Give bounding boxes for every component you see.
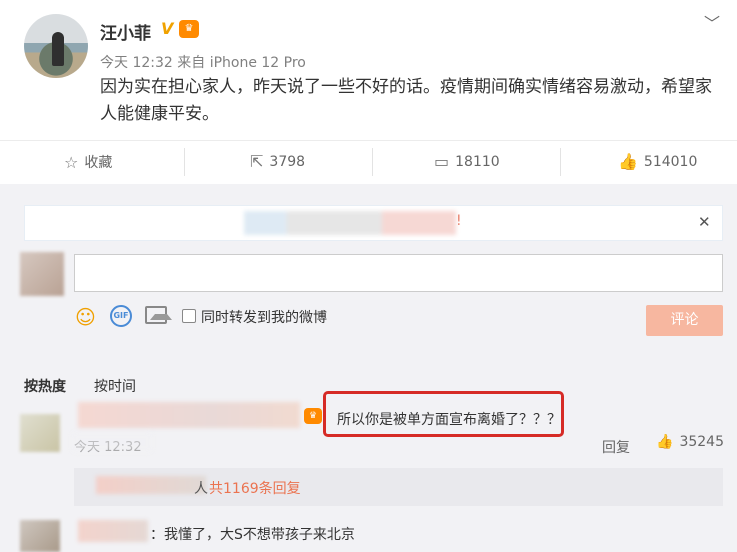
image-icon[interactable] [145,306,172,324]
star-icon: ☆ [64,152,79,172]
sub-reply-suffix: 人 [194,481,208,497]
comment-like-count: 35245 [679,434,724,450]
comment-time-blur [72,432,152,452]
commenter-name-blurred[interactable] [78,402,300,428]
repost-icon: ⇱ [250,152,264,171]
emoji-icon[interactable]: ☺ [75,305,96,329]
repost-button[interactable]: ⇱ 3798 [250,152,305,171]
comment-icon: ▭ [434,152,450,171]
post-text: 因为实在担心家人，昨天说了一些不好的话。疫情期间确实情绪容易激动，希望家人能健康… [100,77,712,124]
like-button[interactable]: 👍 514010 [618,152,697,171]
repost-checkbox-label[interactable]: 同时转发到我的微博 [201,307,327,327]
verified-badge-icon: V [161,19,174,38]
sub-reply-count-link[interactable]: 共1169条回复 [209,478,301,498]
chevron-down-icon[interactable]: ﹀ [704,10,720,34]
post-author-name[interactable]: 汪小菲 [100,19,151,44]
thumbs-up-icon: 👍 [656,434,674,450]
notice-tail: ! [456,213,462,229]
action-divider [560,148,561,176]
comment-count: 18110 [455,153,500,170]
close-icon[interactable]: ✕ [698,213,711,231]
reply-button[interactable]: 回复 [602,437,630,457]
action-divider [372,148,373,176]
post-meta: 今天 12:32 来自 iPhone 12 Pro [100,55,306,71]
tab-sort-time[interactable]: 按时间 [94,376,136,396]
tab-sort-hot[interactable]: 按热度 [24,376,66,396]
repost-count: 3798 [269,153,306,170]
submit-comment-button[interactable]: 评论 [646,305,723,336]
vip-crown-icon: ♛ [304,408,322,424]
thumbs-up-icon: 👍 [618,152,638,171]
highlight-box [323,391,564,437]
comment-button[interactable]: ▭ 18110 [434,152,500,171]
gif-icon[interactable]: GIF [110,305,132,327]
comment-input[interactable] [74,254,723,292]
action-divider [184,148,185,176]
commenter-name-blurred[interactable] [78,520,148,542]
vip-crown-icon: ♛ [179,20,199,38]
comment-like-button[interactable]: 👍 35245 [656,434,724,450]
favorite-label: 收藏 [84,155,113,171]
post-author-avatar[interactable] [24,14,88,78]
notice-blurred-text [244,211,456,235]
commenter-avatar[interactable] [20,520,60,552]
repost-checkbox[interactable] [182,309,196,323]
favorite-button[interactable]: ☆ 收藏 [64,152,112,172]
current-user-avatar [20,252,64,296]
sub-reply-names-blurred [96,476,206,494]
comment-text: ：我懂了，大S不想带孩子来北京 [150,527,355,543]
commenter-avatar[interactable] [20,414,60,452]
like-count: 514010 [643,153,698,170]
